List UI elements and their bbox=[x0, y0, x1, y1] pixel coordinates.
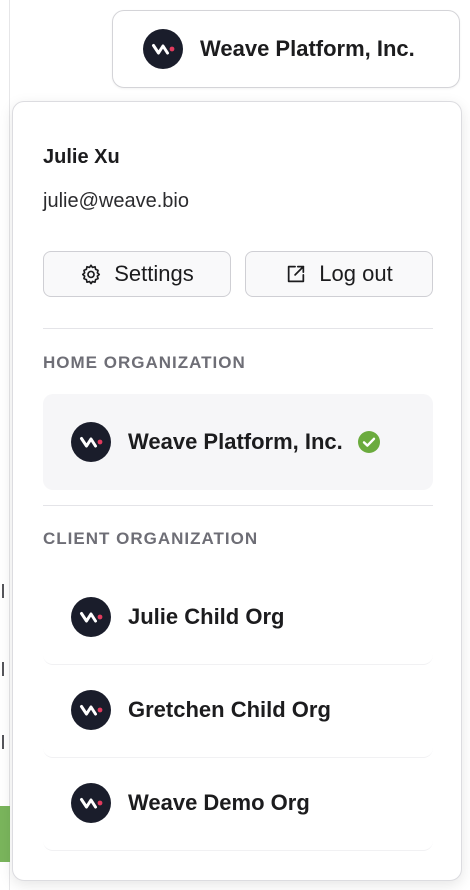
logout-button[interactable]: Log out bbox=[245, 251, 433, 297]
client-org-heading: CLIENT ORGANIZATION bbox=[43, 529, 259, 548]
weave-logo-icon bbox=[71, 597, 111, 637]
logout-label: Log out bbox=[319, 261, 393, 286]
org-item-julie-child[interactable]: Julie Child Org bbox=[43, 569, 433, 665]
user-name: Julie Xu bbox=[43, 146, 120, 168]
org-item-weave-platform[interactable]: Weave Platform, Inc. bbox=[43, 394, 433, 490]
org-switcher-screen: Weave Platform, Inc. Julie Xu julie@weav… bbox=[0, 0, 470, 890]
org-switcher-button[interactable]: Weave Platform, Inc. bbox=[112, 10, 460, 88]
divider bbox=[43, 328, 433, 329]
org-item-weave-demo[interactable]: Weave Demo Org bbox=[43, 755, 433, 851]
weave-logo-icon bbox=[71, 690, 111, 730]
org-item-gretchen-child[interactable]: Gretchen Child Org bbox=[43, 662, 433, 758]
user-email: julie@weave.bio bbox=[43, 190, 189, 212]
background-text-fragment bbox=[2, 735, 8, 749]
org-dropdown-menu: Julie Xu julie@weave.bio Settings Log ou… bbox=[12, 101, 462, 881]
gear-icon bbox=[80, 263, 102, 285]
background-green-block bbox=[0, 806, 10, 862]
external-link-icon bbox=[285, 263, 307, 285]
check-circle-icon bbox=[357, 430, 381, 454]
background-text-fragment bbox=[2, 662, 8, 676]
weave-logo-icon bbox=[71, 783, 111, 823]
org-item-label: Weave Platform, Inc. bbox=[128, 429, 343, 454]
settings-label: Settings bbox=[114, 261, 194, 286]
home-org-heading: HOME ORGANIZATION bbox=[43, 353, 246, 372]
background-text-fragment bbox=[2, 584, 8, 598]
weave-logo-icon bbox=[143, 29, 183, 69]
current-org-label: Weave Platform, Inc. bbox=[200, 36, 415, 61]
weave-logo-icon bbox=[71, 422, 111, 462]
org-item-label: Julie Child Org bbox=[128, 603, 285, 629]
background-app-edge bbox=[0, 0, 10, 890]
org-item-label: Gretchen Child Org bbox=[128, 696, 331, 722]
divider bbox=[43, 505, 433, 506]
org-item-label: Weave Demo Org bbox=[128, 789, 310, 815]
settings-button[interactable]: Settings bbox=[43, 251, 231, 297]
